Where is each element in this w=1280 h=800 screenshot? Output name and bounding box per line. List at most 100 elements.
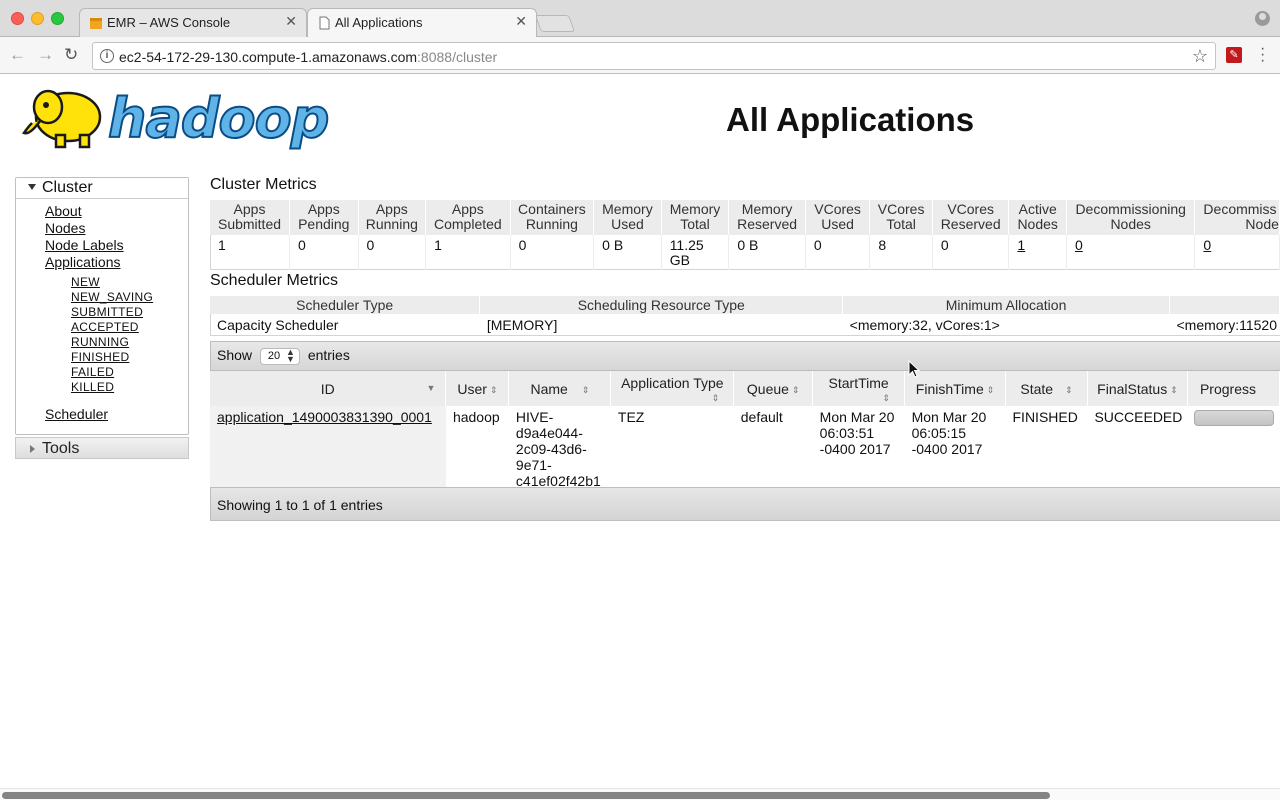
sidebar-cluster-label: Cluster (42, 179, 93, 196)
forward-arrow-icon[interactable]: → (37, 45, 54, 65)
sidebar-item-applications[interactable]: Applications (45, 254, 121, 270)
close-window-button[interactable] (11, 12, 24, 25)
metric-apps-completed: 1 (425, 235, 511, 270)
applications-table: ID ▼ User ⇕ Name ⇕ Application Type ⇕ Queue ⇕… (210, 371, 1280, 491)
cluster-metrics-table: Apps Submitted Apps Pending Apps Running Ap… (210, 200, 1280, 270)
sidebar-state-killed[interactable]: KILLED (71, 380, 114, 394)
sort-desc-icon: ▼ (426, 383, 436, 393)
sort-icon: ⇕ (1170, 384, 1178, 395)
metric-decommissioned-nodes: 0 (1194, 235, 1280, 270)
sort-icon: ⇕ (986, 384, 995, 395)
logo-wordmark: hadoop (107, 86, 330, 151)
app-type-cell: TEZ (617, 409, 645, 425)
bookmark-star-icon[interactable]: ☆ (1192, 46, 1208, 67)
info-icon[interactable]: i (100, 49, 114, 63)
decommissioning-nodes-link[interactable]: 0 (1075, 237, 1083, 253)
back-arrow-icon[interactable]: ← (9, 45, 26, 65)
column-header-finalstatus[interactable]: FinalStatus ⇕ (1087, 371, 1188, 406)
sidebar-state-submitted[interactable]: SUBMITTED (71, 305, 143, 319)
metric-apps-pending: 0 (289, 235, 359, 270)
metric-decommissioning-nodes: 0 (1066, 235, 1196, 270)
profile-icon[interactable] (1255, 11, 1270, 26)
sidebar-item-nodes[interactable]: Nodes (45, 220, 85, 236)
scrollbar-thumb[interactable] (2, 792, 1050, 799)
aws-box-icon (90, 18, 102, 29)
browser-tab-bar: EMR – AWS Console ✕ All Applications ✕ (0, 0, 1280, 38)
pdf-extension-icon[interactable]: ✎ (1226, 47, 1242, 63)
page-length-select[interactable]: 20 ▲ ▼ (259, 347, 300, 365)
metrics-header-cell: Memory Used (593, 200, 662, 235)
sidebar-cluster-header[interactable]: Cluster (16, 178, 188, 199)
sidebar-state-new-saving[interactable]: NEW_SAVING (71, 290, 153, 304)
reload-icon[interactable]: ↻ (64, 45, 78, 65)
metric-apps-submitted: 1 (210, 235, 291, 270)
close-tab-icon[interactable]: ✕ (515, 13, 527, 30)
minimize-window-button[interactable] (31, 12, 44, 25)
active-nodes-link[interactable]: 1 (1017, 237, 1025, 253)
scheduler-metrics-table: Scheduler Type Scheduling Resource Type … (210, 296, 1280, 334)
app-id-link[interactable]: application_1490003831390_0001 (217, 409, 432, 425)
app-id-cell: application_1490003831390_0001 (210, 406, 446, 491)
sidebar-tools-label: Tools (42, 440, 80, 457)
scheduler-header-cell (1169, 296, 1280, 314)
horizontal-scrollbar[interactable] (0, 788, 1280, 800)
column-header-name[interactable]: Name ⇕ (508, 371, 612, 406)
sidebar-item-scheduler[interactable]: Scheduler (45, 406, 108, 422)
column-header-starttime[interactable]: StartTime ⇕ (812, 371, 906, 406)
caret-down-icon (28, 184, 36, 190)
table-row: application_1490003831390_0001 hadoop HI… (210, 406, 1280, 491)
metrics-header-cell: VCores Reserved (932, 200, 1010, 235)
sidebar-state-accepted[interactable]: ACCEPTED (71, 320, 139, 334)
caret-right-icon (30, 445, 35, 453)
page-content: hadoop All Applications Cluster About No… (0, 75, 1280, 790)
scheduler-type-value: Capacity Scheduler (217, 317, 339, 333)
sidebar-item-about[interactable]: About (45, 203, 82, 219)
scheduler-header-cell: Scheduler Type (210, 296, 481, 314)
cluster-metrics-header-row: Apps Submitted Apps Pending Apps Running Ap… (210, 200, 1280, 235)
decommissioned-nodes-link[interactable]: 0 (1203, 237, 1211, 253)
app-queue-cell: default (740, 409, 783, 425)
sidebar-state-new[interactable]: NEW (71, 275, 100, 289)
maximize-window-button[interactable] (51, 12, 64, 25)
show-label: Show (217, 347, 253, 363)
sidebar-state-running[interactable]: RUNNING (71, 335, 129, 349)
hadoop-logo: hadoop (18, 83, 330, 155)
column-header-queue[interactable]: Queue ⇕ (733, 371, 814, 406)
column-header-state[interactable]: State ⇕ (1005, 371, 1088, 406)
sidebar-state-failed[interactable]: FAILED (71, 365, 114, 379)
app-starttime-cell: Mon Mar 20 06:03:51 -0400 2017 (819, 409, 895, 457)
metrics-header-cell: VCores Used (805, 200, 871, 235)
metrics-header-cell: Apps Completed (425, 200, 511, 235)
cluster-metrics-value-row: 1 0 0 1 0 0 B 11.25 GB 0 B 0 8 0 1 0 0 (210, 235, 1280, 270)
metrics-header-cell: VCores Total (869, 200, 933, 235)
metric-memory-used: 0 B (593, 235, 662, 270)
metric-active-nodes: 1 (1008, 235, 1067, 270)
column-header-application-type[interactable]: Application Type ⇕ (610, 371, 735, 406)
browser-menu-icon[interactable]: · · · (1260, 41, 1265, 69)
metrics-header-cell: Decommiss Node (1194, 200, 1280, 235)
metrics-header-cell: Apps Pending (289, 200, 359, 235)
select-arrows-icon: ▲ ▼ (286, 347, 295, 364)
app-state-cell: FINISHED (1012, 409, 1078, 425)
app-finishtime-cell: Mon Mar 20 06:05:15 -0400 2017 (911, 409, 987, 457)
new-tab-button[interactable] (534, 15, 576, 32)
apps-table-toolbar: Show 20 ▲ ▼ entries (210, 341, 1280, 371)
metrics-header-cell: Apps Running (358, 200, 427, 235)
sidebar-item-node-labels[interactable]: Node Labels (45, 237, 124, 253)
sidebar-tools-header[interactable]: Tools (15, 437, 189, 459)
cluster-metrics-title: Cluster Metrics (210, 176, 317, 193)
metric-vcores-used: 0 (805, 235, 871, 270)
scheduling-resource-type-value: [MEMORY] (486, 317, 558, 333)
tab-all-applications[interactable]: All Applications ✕ (307, 8, 537, 38)
column-header-progress[interactable]: Progress (1187, 371, 1280, 406)
url-path: :8088/cluster (417, 49, 498, 65)
close-tab-icon[interactable]: ✕ (285, 13, 297, 30)
entries-label: entries (307, 347, 350, 363)
sidebar-state-finished[interactable]: FINISHED (71, 350, 129, 364)
column-header-user[interactable]: User ⇕ (445, 371, 510, 406)
column-header-id[interactable]: ID ▼ (210, 371, 447, 406)
address-bar[interactable]: i ec2-54-172-29-130.compute-1.amazonaws.… (92, 42, 1216, 70)
tab-emr-aws-console[interactable]: EMR – AWS Console ✕ (79, 8, 307, 37)
page-icon (319, 16, 330, 30)
minimum-allocation-value: <memory:32, vCores:1> (849, 317, 1000, 333)
